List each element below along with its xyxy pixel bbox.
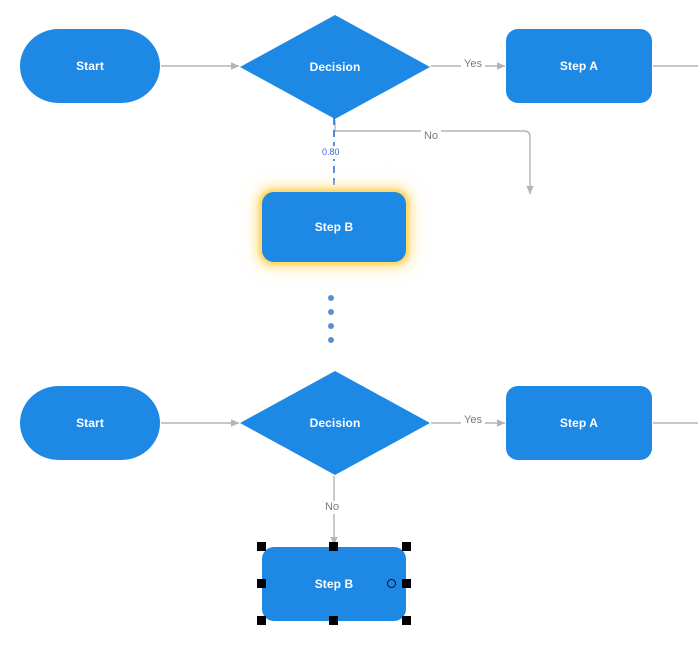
node-label: Decision [309, 416, 361, 430]
node-stepa-top[interactable]: Step A [506, 29, 652, 103]
node-label: Step A [559, 59, 599, 73]
node-decision-bottom[interactable]: Decision [240, 371, 430, 475]
flowchart-canvas[interactable]: Start Decision Step A Step B Yes No 0.80… [0, 0, 698, 646]
edge-label-yes-top: Yes [461, 58, 485, 71]
connection-handle-right[interactable] [387, 579, 396, 588]
handle-top-center[interactable] [329, 542, 338, 551]
node-start-top[interactable]: Start [20, 29, 160, 103]
handle-bottom-right[interactable] [402, 616, 411, 625]
separator-dot [328, 309, 334, 315]
handle-bottom-left[interactable] [257, 616, 266, 625]
node-start-bottom[interactable]: Start [20, 386, 160, 460]
node-label: Start [76, 59, 104, 73]
node-label: Decision [309, 60, 361, 74]
node-stepa-bottom[interactable]: Step A [506, 386, 652, 460]
separator-dot [328, 323, 334, 329]
handle-middle-right[interactable] [402, 579, 411, 588]
handle-top-left[interactable] [257, 542, 266, 551]
separator-dot [328, 295, 334, 301]
handle-middle-left[interactable] [257, 579, 266, 588]
edge-label-yes-bottom: Yes [461, 414, 485, 427]
node-decision-top[interactable]: Decision [240, 15, 430, 119]
separator-dot [328, 337, 334, 343]
node-label: Step A [559, 416, 599, 430]
edge-label-no-top: No [421, 130, 442, 143]
node-label: Step B [314, 220, 354, 234]
node-stepb-bottom[interactable]: Step B [262, 547, 406, 621]
node-label: Start [76, 416, 104, 430]
edge-label-no-bottom: No [322, 501, 343, 514]
node-label: Step B [314, 577, 354, 591]
handle-bottom-center[interactable] [329, 616, 338, 625]
node-stepb-top[interactable]: Step B [262, 192, 406, 262]
vertical-ellipsis-separator [328, 295, 334, 343]
handle-top-right[interactable] [402, 542, 411, 551]
edge-label-probability-top: 0.80 [320, 146, 342, 159]
